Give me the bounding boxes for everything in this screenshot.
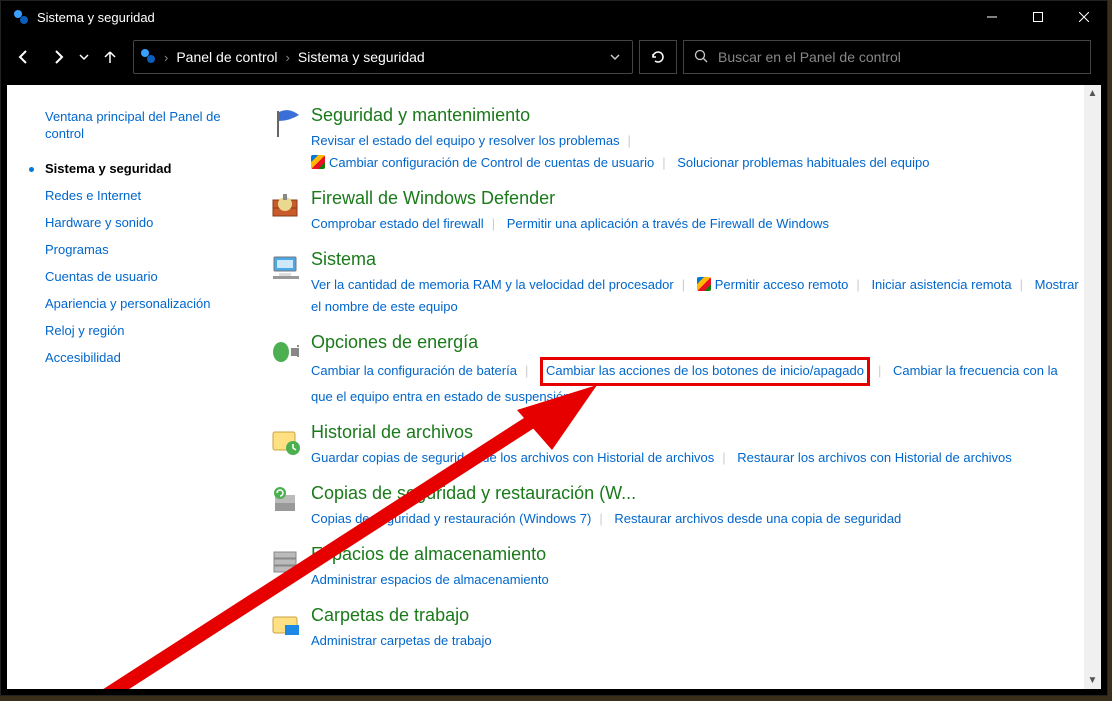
section-title-firewall[interactable]: Firewall de Windows Defender <box>311 188 1081 209</box>
section-system: Sistema Ver la cantidad de memoria RAM y… <box>269 249 1081 318</box>
window-title: Sistema y seguridad <box>37 10 155 25</box>
control-panel-icon <box>140 48 158 66</box>
firewall-icon <box>269 188 311 235</box>
computer-icon <box>269 249 311 318</box>
sidebar-item-user-accounts[interactable]: Cuentas de usuario <box>45 269 253 284</box>
battery-plug-icon <box>269 332 311 407</box>
refresh-button[interactable] <box>639 40 677 74</box>
back-button[interactable] <box>7 40 41 74</box>
link-firewall-status[interactable]: Comprobar estado del firewall <box>311 216 484 231</box>
window: Sistema y seguridad › Panel de control ›… <box>0 0 1108 696</box>
nav-bar: › Panel de control › Sistema y seguridad… <box>1 33 1107 81</box>
sidebar-item-clock-region[interactable]: Reloj y región <box>45 323 253 338</box>
address-bar[interactable]: › Panel de control › Sistema y seguridad <box>133 40 633 74</box>
breadcrumb-current[interactable]: Sistema y seguridad <box>292 49 431 65</box>
section-backup-restore: Copias de seguridad y restauración (W...… <box>269 483 1081 530</box>
annotation-highlight: Cambiar las acciones de los botones de i… <box>540 357 870 385</box>
maximize-button[interactable] <box>1015 1 1061 33</box>
sidebar-item-appearance[interactable]: Apariencia y personalización <box>45 296 253 311</box>
close-button[interactable] <box>1061 1 1107 33</box>
link-restore-backup[interactable]: Restaurar archivos desde una copia de se… <box>614 511 901 526</box>
link-battery-settings[interactable]: Cambiar la configuración de batería <box>311 363 517 378</box>
section-work-folders: Carpetas de trabajo Administrar carpetas… <box>269 605 1081 652</box>
link-backup-restore-7[interactable]: Copias de seguridad y restauración (Wind… <box>311 511 591 526</box>
chevron-right-icon[interactable]: › <box>286 50 290 65</box>
scroll-down-arrow[interactable]: ▼ <box>1084 672 1101 689</box>
section-security-maintenance: Seguridad y mantenimiento Revisar el est… <box>269 105 1081 174</box>
chevron-right-icon[interactable]: › <box>164 50 168 65</box>
section-title-power[interactable]: Opciones de energía <box>311 332 1081 353</box>
section-title-backup[interactable]: Copias de seguridad y restauración (W... <box>311 483 1081 504</box>
link-firewall-allow-app[interactable]: Permitir una aplicación a través de Fire… <box>507 216 829 231</box>
section-file-history: Historial de archivos Guardar copias de … <box>269 422 1081 469</box>
breadcrumb-root[interactable]: Panel de control <box>170 49 283 65</box>
link-manage-storage[interactable]: Administrar espacios de almacenamiento <box>311 572 549 587</box>
file-history-icon <box>269 422 311 469</box>
section-title-workfolders[interactable]: Carpetas de trabajo <box>311 605 1081 626</box>
storage-spaces-icon <box>269 544 311 591</box>
sidebar-item-programs[interactable]: Programas <box>45 242 253 257</box>
minimize-button[interactable] <box>969 1 1015 33</box>
address-dropdown-icon[interactable] <box>604 50 626 65</box>
link-restore-file-history[interactable]: Restaurar los archivos con Historial de … <box>737 450 1012 465</box>
link-allow-remote[interactable]: Permitir acceso remoto <box>697 277 849 292</box>
section-title-security[interactable]: Seguridad y mantenimiento <box>311 105 1081 126</box>
link-troubleshoot[interactable]: Solucionar problemas habituales del equi… <box>677 155 929 170</box>
search-placeholder: Buscar en el Panel de control <box>718 49 901 65</box>
up-button[interactable] <box>93 40 127 74</box>
search-box[interactable]: Buscar en el Panel de control <box>683 40 1091 74</box>
scroll-up-arrow[interactable]: ▲ <box>1084 85 1101 102</box>
main-panel: Seguridad y mantenimiento Revisar el est… <box>263 85 1101 689</box>
link-uac-settings[interactable]: Cambiar configuración de Control de cuen… <box>311 155 654 170</box>
recent-dropdown[interactable] <box>75 40 93 74</box>
sidebar-home-link[interactable]: Ventana principal del Panel de control <box>45 109 253 143</box>
link-save-file-history[interactable]: Guardar copias de seguridad de los archi… <box>311 450 714 465</box>
section-title-system[interactable]: Sistema <box>311 249 1081 270</box>
title-bar: Sistema y seguridad <box>1 1 1107 33</box>
link-remote-assist[interactable]: Iniciar asistencia remota <box>871 277 1011 292</box>
content-wrapper: ▲ ▼ Ventana principal del Panel de contr… <box>1 81 1107 695</box>
link-review-status[interactable]: Revisar el estado del equipo y resolver … <box>311 133 620 148</box>
scrollbar-vertical[interactable]: ▲ ▼ <box>1084 85 1101 689</box>
section-title-file-history[interactable]: Historial de archivos <box>311 422 1081 443</box>
sidebar-item-hardware-sound[interactable]: Hardware y sonido <box>45 215 253 230</box>
work-folders-icon <box>269 605 311 652</box>
link-power-buttons[interactable]: Cambiar las acciones de los botones de i… <box>546 363 864 378</box>
content: ▲ ▼ Ventana principal del Panel de contr… <box>7 85 1101 689</box>
sidebar: Ventana principal del Panel de control S… <box>7 85 263 689</box>
section-power-options: Opciones de energía Cambiar la configura… <box>269 332 1081 407</box>
sidebar-item-accessibility[interactable]: Accesibilidad <box>45 350 253 365</box>
link-manage-workfolders[interactable]: Administrar carpetas de trabajo <box>311 633 492 648</box>
section-storage-spaces: Espacios de almacenamiento Administrar e… <box>269 544 1081 591</box>
backup-icon <box>269 483 311 530</box>
flag-icon <box>269 105 311 174</box>
sidebar-item-network[interactable]: Redes e Internet <box>45 188 253 203</box>
section-title-storage[interactable]: Espacios de almacenamiento <box>311 544 1081 565</box>
search-icon <box>694 49 708 66</box>
control-panel-icon <box>13 9 29 25</box>
section-firewall: Firewall de Windows Defender Comprobar e… <box>269 188 1081 235</box>
link-ram-cpu[interactable]: Ver la cantidad de memoria RAM y la velo… <box>311 277 674 292</box>
forward-button[interactable] <box>41 40 75 74</box>
sidebar-item-system-security[interactable]: Sistema y seguridad <box>45 161 253 176</box>
